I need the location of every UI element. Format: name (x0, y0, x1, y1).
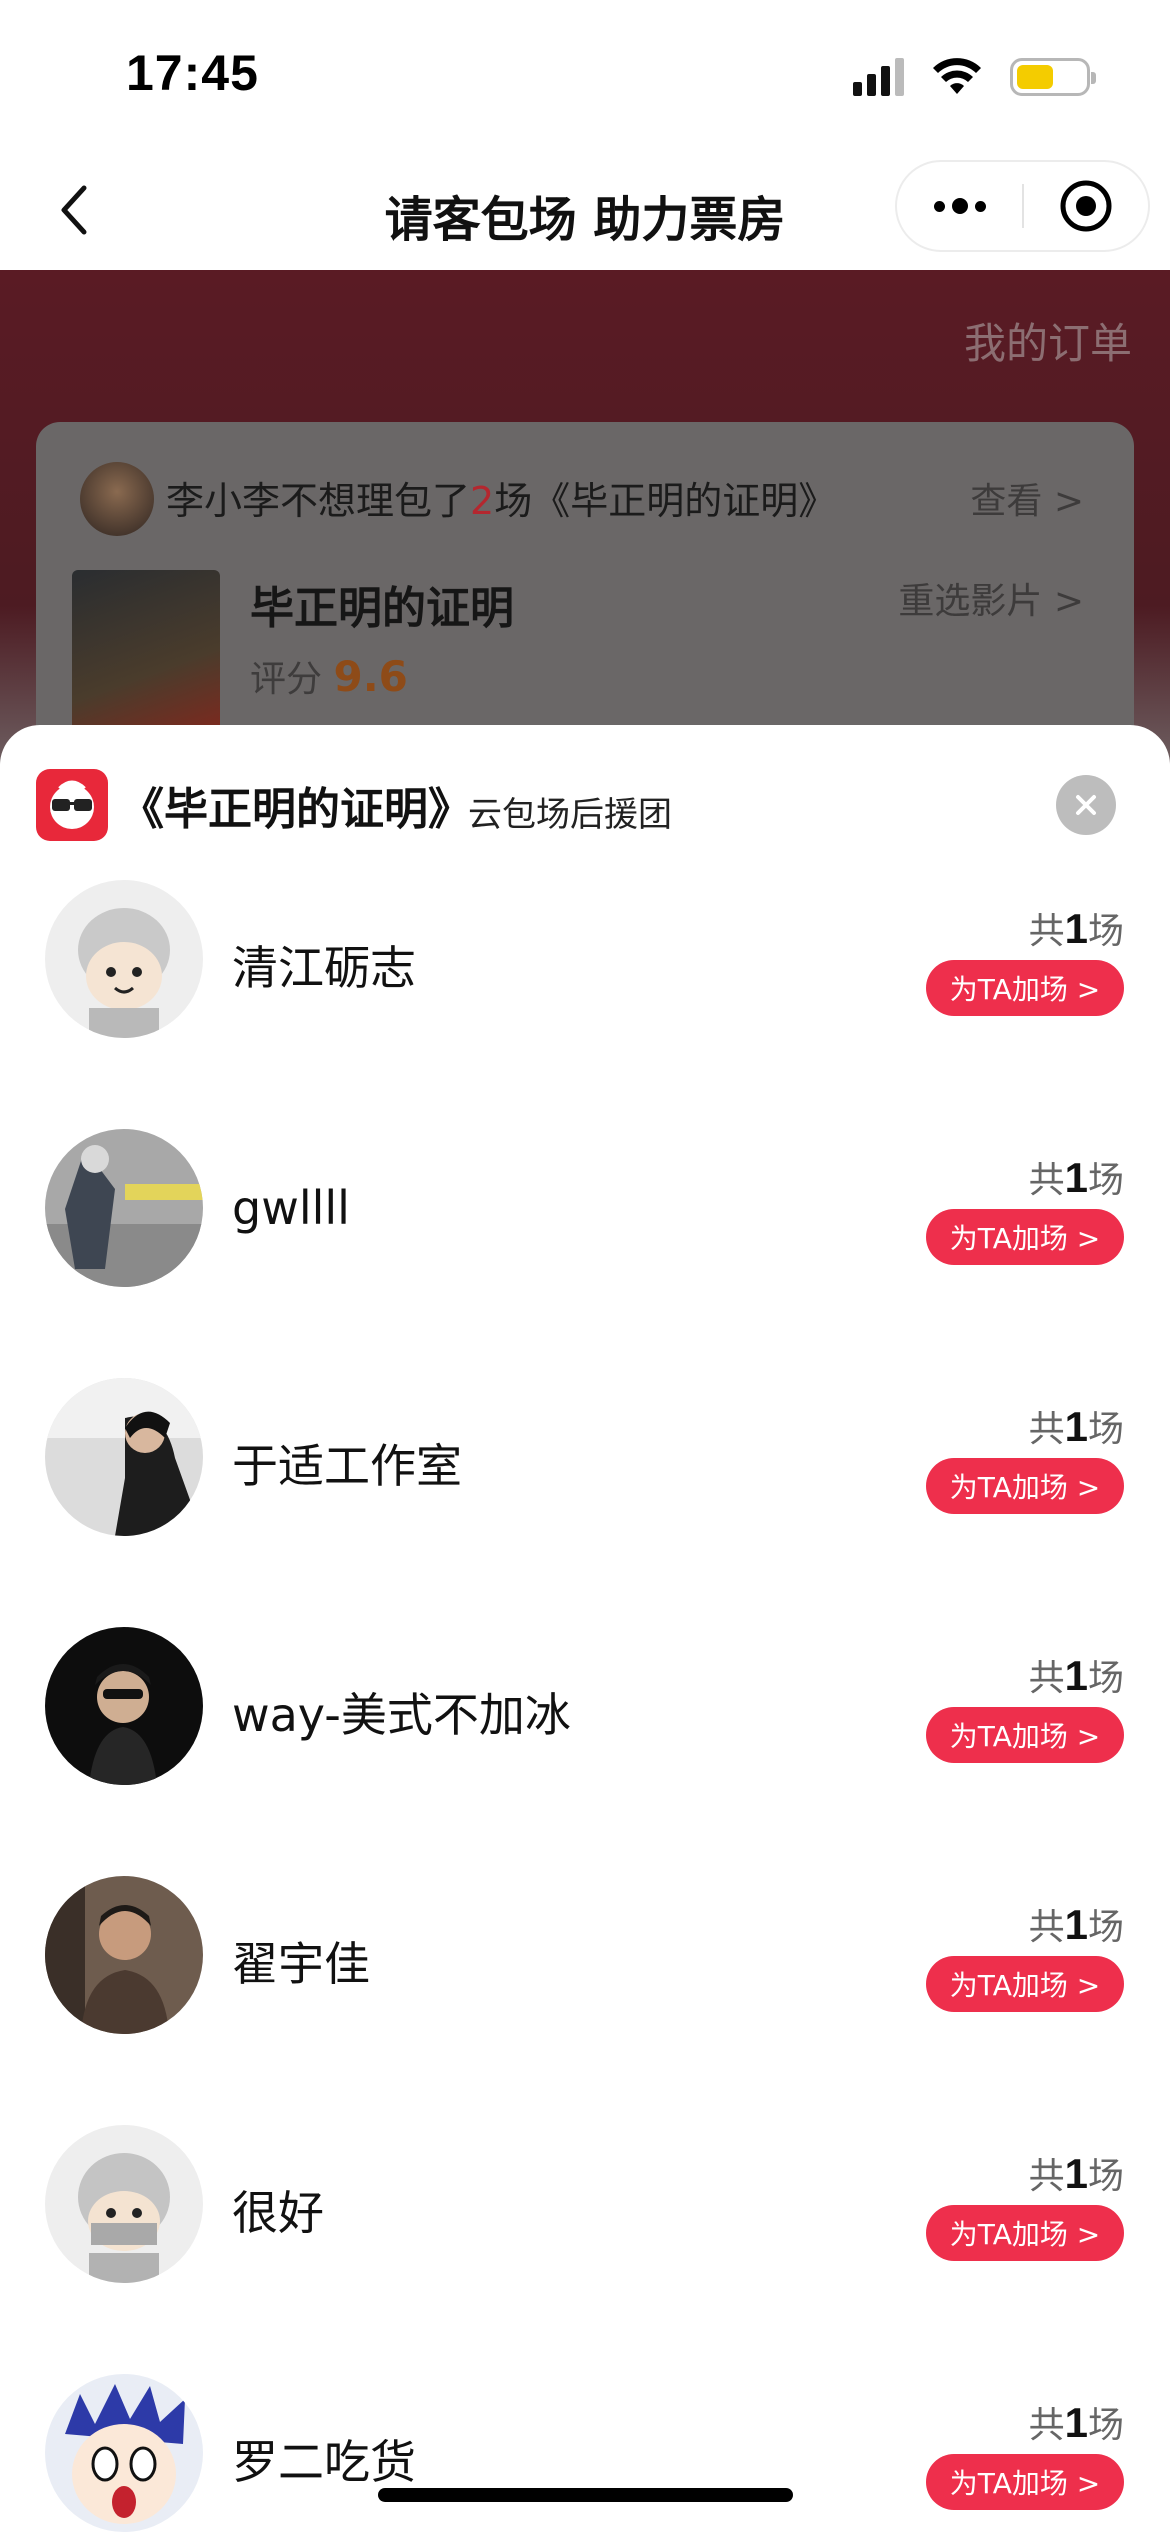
avatar[interactable] (45, 1129, 203, 1287)
sheet-header: 《毕正明的证明》 云包场后援团 (36, 769, 1134, 843)
session-count: 共1场 (1028, 2150, 1124, 2197)
add-session-button[interactable]: 为TA加场 > (926, 2205, 1124, 2261)
list-item: 翟宇佳 共1场 为TA加场 > (0, 1876, 1170, 2125)
sheet-title: 《毕正明的证明》 (120, 784, 472, 835)
member-name: 于适工作室 (232, 1439, 462, 1493)
add-session-button[interactable]: 为TA加场 > (926, 1209, 1124, 1265)
mini-program-capsule (895, 160, 1150, 252)
list-item: 罗二吃货 共1场 为TA加场 > (0, 2374, 1170, 2532)
add-session-button[interactable]: 为TA加场 > (926, 1707, 1124, 1763)
status-time: 17:45 (126, 45, 259, 101)
list-item: 很好 共1场 为TA加场 > (0, 2125, 1170, 2374)
my-orders-link[interactable]: 我的订单 (964, 310, 1132, 371)
film-score: 评分 9.6 (250, 652, 408, 701)
app-logo-icon (36, 769, 108, 841)
battery-icon (1010, 58, 1096, 96)
member-name: 很好 (232, 2186, 324, 2240)
home-indicator[interactable] (378, 2488, 793, 2502)
add-session-button[interactable]: 为TA加场 > (926, 1458, 1124, 1514)
session-count: 共1场 (1028, 2399, 1124, 2446)
avatar[interactable] (45, 1876, 203, 2034)
member-name: way-美式不加冰 (232, 1688, 571, 1742)
avatar[interactable] (45, 880, 203, 1038)
supporter-list: 清江砺志 共1场 为TA加场 > gwllll 共1场 为TA加场 > 于适工作… (0, 880, 1170, 2532)
avatar[interactable] (45, 1378, 203, 1536)
cellular-signal-icon (853, 58, 904, 96)
list-item: 于适工作室 共1场 为TA加场 > (0, 1378, 1170, 1627)
view-link[interactable]: 查看 > (970, 472, 1084, 524)
avatar (80, 462, 154, 536)
member-name: gwllll (232, 1181, 350, 1235)
member-name: 清江砺志 (232, 941, 416, 995)
member-name: 罗二吃货 (232, 2435, 416, 2489)
list-item: gwllll 共1场 为TA加场 > (0, 1129, 1170, 1378)
session-count: 共1场 (1028, 905, 1124, 952)
film-name: 毕正明的证明 (250, 583, 514, 634)
add-session-button[interactable]: 为TA加场 > (926, 960, 1124, 1016)
add-session-button[interactable]: 为TA加场 > (926, 2454, 1124, 2510)
list-item: way-美式不加冰 共1场 为TA加场 > (0, 1627, 1170, 1876)
status-icons (853, 52, 1096, 102)
more-button[interactable] (897, 162, 1022, 250)
avatar[interactable] (45, 2374, 203, 2532)
navigation-bar: 请客包场 助力票房 (0, 150, 1170, 270)
close-icon (1076, 795, 1096, 815)
status-bar: 17:45 (0, 0, 1170, 150)
booking-banner: 李小李不想理包了2场《毕正明的证明》 (166, 479, 837, 523)
session-count: 共1场 (1028, 1154, 1124, 1201)
close-button[interactable] (1056, 775, 1116, 835)
session-count: 共1场 (1028, 1901, 1124, 1948)
list-item: 清江砺志 共1场 为TA加场 > (0, 880, 1170, 1129)
session-count: 共1场 (1028, 1403, 1124, 1450)
sheet-subtitle: 云包场后援团 (468, 795, 672, 835)
avatar[interactable] (45, 1627, 203, 1785)
add-session-button[interactable]: 为TA加场 > (926, 1956, 1124, 2012)
close-mini-program-button[interactable] (1024, 162, 1148, 250)
supporters-sheet: 《毕正明的证明》 云包场后援团 清江砺志 共1场 为TA加场 > gwllll … (0, 725, 1170, 2532)
member-name: 翟宇佳 (232, 1937, 370, 1991)
target-icon (1060, 180, 1112, 232)
screen: 17:45 请客包场 助力票房 我的订单 李小李不想理包了2场《毕正明的证明》 … (0, 0, 1170, 2532)
avatar[interactable] (45, 2125, 203, 2283)
session-count: 共1场 (1028, 1652, 1124, 1699)
wifi-icon (933, 58, 981, 94)
reselect-film-link[interactable]: 重选影片 > (898, 572, 1084, 624)
